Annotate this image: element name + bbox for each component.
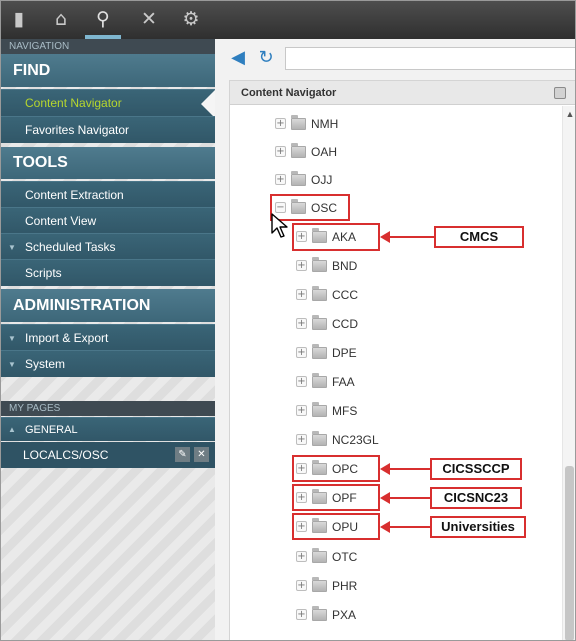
sidebar-item-scheduled-tasks[interactable]: ▼ Scheduled Tasks [1, 233, 215, 260]
back-arrow-icon[interactable]: ◀ [227, 47, 249, 69]
content-tree: + NMH + OAH + OJJ − OSC + AKA + BND + CC… [230, 106, 575, 640]
sidebar-item-label: System [25, 357, 66, 371]
my-pages-item-label: LOCALCS/OSC [23, 448, 109, 462]
callout-cicsnc23: CICSNC23 [430, 487, 522, 509]
sidebar: NAVIGATION FIND Content Navigator Favori… [1, 39, 215, 640]
sidebar-item-label: Content View [25, 214, 97, 228]
main-area: ◀ ↻ Content Navigator + NMH + OAH + OJJ … [215, 39, 575, 640]
folder-icon [312, 373, 327, 388]
find-group-title: FIND [1, 54, 215, 87]
expand-icon[interactable]: + [296, 376, 307, 387]
scrollbar-thumb[interactable] [565, 466, 574, 640]
folder-icon [312, 315, 327, 330]
callout-arrow-line [388, 497, 430, 499]
address-bar[interactable] [285, 47, 575, 70]
expand-icon[interactable]: + [296, 580, 307, 591]
content-navigator-panel: Content Navigator + NMH + OAH + OJJ − OS… [229, 80, 575, 640]
expand-icon[interactable]: + [275, 118, 286, 129]
sidebar-toggle-icon[interactable]: ▮ [5, 5, 33, 33]
chevron-down-icon: ▼ [8, 360, 16, 369]
expand-icon[interactable]: + [296, 551, 307, 562]
highlight-box-opu [292, 513, 380, 540]
expand-icon[interactable]: + [275, 174, 286, 185]
folder-icon [312, 344, 327, 359]
settings-icon[interactable]: ⚙ [177, 5, 205, 33]
sidebar-item-content-navigator[interactable]: Content Navigator [1, 89, 215, 118]
refresh-icon[interactable]: ↻ [255, 47, 277, 69]
sidebar-item-label: Scripts [25, 266, 62, 280]
callout-arrow-line [388, 468, 430, 470]
active-notch [201, 90, 215, 118]
highlight-box-aka [292, 223, 380, 251]
expand-icon[interactable]: + [296, 434, 307, 445]
mouse-cursor-icon [271, 213, 288, 238]
sidebar-item-content-extraction[interactable]: Content Extraction [1, 181, 215, 208]
sidebar-item-label: Scheduled Tasks [25, 240, 116, 254]
chevron-down-icon: ▼ [8, 243, 16, 252]
sidebar-item-scripts[interactable]: Scripts [1, 259, 215, 286]
folder-icon [312, 431, 327, 446]
highlight-box-opf [292, 484, 380, 511]
callout-cmcs: CMCS [434, 226, 524, 248]
folder-icon [312, 286, 327, 301]
sidebar-item-import-export[interactable]: ▼ Import & Export [1, 324, 215, 351]
folder-icon [312, 606, 327, 621]
scroll-up-icon[interactable]: ▲ [563, 108, 575, 120]
expand-icon[interactable]: + [296, 260, 307, 271]
panel-title: Content Navigator [241, 87, 337, 99]
app-window: ▮ ⌂ ⚲ ✕ ⚙ NAVIGATION FIND Content Naviga… [0, 0, 576, 641]
sidebar-item-label: Import & Export [25, 331, 109, 345]
expand-icon[interactable]: + [296, 289, 307, 300]
highlight-box-opc [292, 455, 380, 482]
callout-universities: Universities [430, 516, 526, 538]
folder-icon [291, 115, 306, 130]
folder-icon [291, 171, 306, 186]
folder-icon [291, 143, 306, 158]
tools-group-title: TOOLS [1, 147, 215, 179]
expand-icon[interactable]: + [296, 318, 307, 329]
my-pages-header: MY PAGES [1, 401, 215, 416]
panel-menu-icon[interactable] [554, 87, 566, 99]
sidebar-item-label: Content Navigator [25, 96, 122, 110]
search-icon[interactable]: ⚲ [89, 5, 117, 33]
chevron-down-icon: ▼ [8, 334, 16, 343]
callout-arrow-line [388, 236, 434, 238]
administration-group-title: ADMINISTRATION [1, 289, 215, 322]
expand-icon[interactable]: + [275, 146, 286, 157]
expand-icon[interactable]: + [296, 347, 307, 358]
my-pages-group-general[interactable]: ▲ GENERAL [1, 417, 215, 441]
sidebar-item-content-view[interactable]: Content View [1, 207, 215, 234]
sidebar-item-label: Favorites Navigator [25, 123, 130, 137]
expand-icon[interactable]: + [296, 609, 307, 620]
my-pages-group-label: GENERAL [25, 424, 78, 436]
close-icon[interactable]: ✕ [194, 447, 209, 462]
chevron-up-icon: ▲ [8, 425, 16, 434]
callout-cicssccp: CICSSCCP [430, 458, 522, 480]
tree-scrollbar[interactable]: ▲ [562, 106, 575, 640]
top-toolbar: ▮ ⌂ ⚲ ✕ ⚙ [1, 1, 575, 39]
sidebar-item-label: Content Extraction [25, 188, 124, 202]
folder-icon [312, 548, 327, 563]
panel-header: Content Navigator [230, 81, 575, 105]
my-pages-item-localcs-osc[interactable]: LOCALCS/OSC ✎ ✕ [1, 442, 215, 468]
edit-icon[interactable]: ✎ [175, 447, 190, 462]
sidebar-item-favorites-navigator[interactable]: Favorites Navigator [1, 116, 215, 143]
callout-arrow-line [388, 526, 430, 528]
expand-icon[interactable]: + [296, 405, 307, 416]
tools-icon[interactable]: ✕ [135, 5, 163, 33]
sidebar-item-system[interactable]: ▼ System [1, 350, 215, 377]
folder-icon [312, 402, 327, 417]
folder-icon [312, 577, 327, 592]
navigation-header: NAVIGATION [1, 39, 215, 54]
folder-icon [312, 257, 327, 272]
home-icon[interactable]: ⌂ [47, 5, 75, 33]
